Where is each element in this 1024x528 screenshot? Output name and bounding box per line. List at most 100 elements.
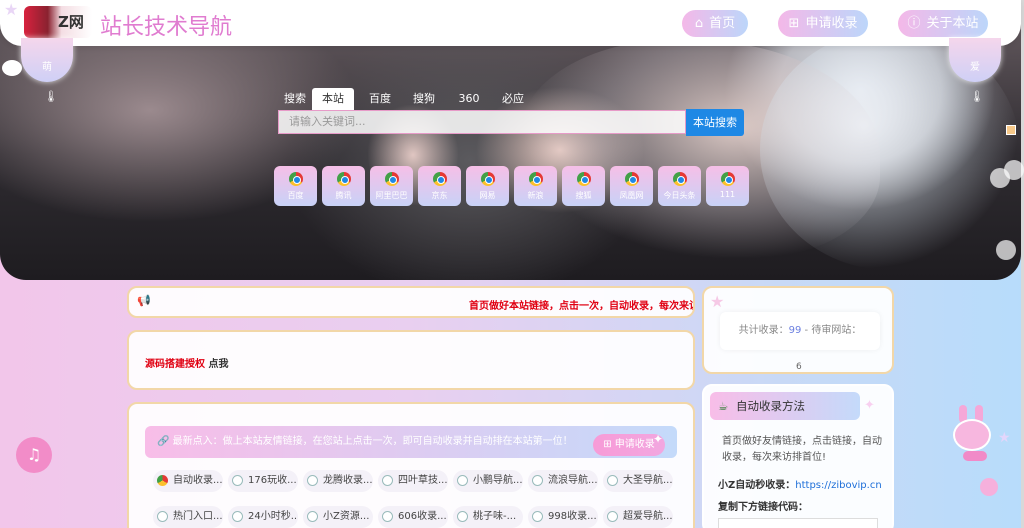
browser-icon: [624, 172, 639, 186]
quick-link[interactable]: 阿里巴巴: [370, 166, 413, 206]
tab-site[interactable]: 本站: [312, 88, 354, 110]
tab-sogou[interactable]: 搜狗: [404, 88, 444, 110]
quick-link[interactable]: 百度: [274, 166, 317, 206]
quick-link[interactable]: 凤凰网: [610, 166, 653, 206]
site-item[interactable]: 超爱导航...: [603, 506, 673, 528]
browser-icon: [720, 172, 735, 186]
star-icon: ★: [998, 430, 1011, 446]
tab-360[interactable]: 360: [450, 88, 488, 110]
site-favicon: [457, 511, 468, 522]
rabbit-mascot: [953, 405, 993, 461]
search-input[interactable]: 请输入关键词...: [278, 110, 686, 134]
site-item[interactable]: 龙腾收录...: [303, 470, 373, 492]
browser-icon: [336, 172, 351, 186]
stats-pending: 6: [796, 362, 802, 372]
site-title[interactable]: 站长技术导航: [100, 9, 232, 41]
site-favicon: [382, 511, 393, 522]
site-item[interactable]: 998收录...: [528, 506, 598, 528]
megaphone-icon: 📢: [137, 294, 151, 307]
site-item[interactable]: 24小时秒...: [228, 506, 298, 528]
quick-link[interactable]: 网易: [466, 166, 509, 206]
thermometer-icon: 🌡: [44, 90, 58, 103]
browser-icon: [480, 172, 495, 186]
site-favicon: [532, 511, 543, 522]
top-navbar: Z网 站长技术导航 ⌂ 首页 ⊞ 申请收录 ⓘ 关于本站: [0, 0, 1021, 46]
link-icon: 🔗: [157, 436, 173, 447]
site-item[interactable]: 桃子味-...: [453, 506, 523, 528]
site-favicon: [532, 475, 543, 486]
code-label: 复制下方链接代码：: [718, 502, 808, 513]
site-favicon: [232, 475, 243, 486]
nav-home-button[interactable]: ⌂ 首页: [682, 10, 748, 37]
browser-icon: [288, 172, 303, 186]
site-url-link[interactable]: https://zibovip.cn: [795, 480, 881, 491]
home-icon: ⌂: [694, 16, 704, 31]
stats-card: ★ 共计收录：99 - 待审网站： 6: [702, 286, 894, 374]
site-favicon: [232, 511, 243, 522]
star-icon: ★: [710, 292, 725, 311]
site-favicon: [307, 511, 318, 522]
auto-collect-description: 首页做好友情链接，点击链接，自动收录，每次来访排首位!: [722, 436, 882, 463]
auth-line: 源码搭建授权 点我: [145, 355, 228, 370]
tab-search[interactable]: 搜索: [278, 88, 312, 110]
auth-card: 源码搭建授权 点我: [127, 330, 695, 390]
notice-bar: 📢 首页做好本站链接，点击一次，自动收录，每次来访排: [127, 286, 695, 318]
site-item[interactable]: 四叶草技...: [378, 470, 448, 492]
sparkle-icon: ✦: [653, 432, 664, 446]
code-box[interactable]: [718, 518, 878, 528]
quick-link[interactable]: 111: [706, 166, 749, 206]
side-dot: [1004, 160, 1024, 180]
tab-baidu[interactable]: 百度: [360, 88, 400, 110]
tab-bing[interactable]: 必应: [494, 88, 532, 110]
site-item[interactable]: 小鹏导航...: [453, 470, 523, 492]
rabbit-paw-icon: [2, 60, 22, 76]
side-dot: [996, 240, 1016, 260]
browser-icon: [432, 172, 447, 186]
music-note-icon: ♫: [26, 445, 42, 464]
site-item[interactable]: 自动收录...: [153, 470, 223, 492]
sparkle-icon: ✦: [864, 398, 875, 413]
quick-link[interactable]: 今日头条: [658, 166, 701, 206]
notice-text[interactable]: 首页做好本站链接，点击一次，自动收录，每次来访排: [469, 297, 693, 312]
quick-link[interactable]: 京东: [418, 166, 461, 206]
star-icon: ★: [4, 0, 19, 19]
site-favicon: [382, 475, 393, 486]
site-line: 小Z自动秒收录：https://zibovip.cn: [718, 480, 882, 491]
nav-apply-button[interactable]: ⊞ 申请收录: [778, 10, 868, 37]
side-dot: [980, 478, 998, 496]
site-favicon: [457, 475, 468, 486]
browser-icon: [528, 172, 543, 186]
music-button[interactable]: ♫: [16, 437, 52, 473]
nav-about-button[interactable]: ⓘ 关于本站: [898, 10, 988, 37]
browser-icon: [157, 475, 168, 486]
site-favicon: [307, 475, 318, 486]
site-item[interactable]: 606收录...: [378, 506, 448, 528]
quick-link[interactable]: 新浪: [514, 166, 557, 206]
site-favicon: [607, 475, 618, 486]
site-logo[interactable]: Z网: [24, 6, 92, 38]
site-favicon: [157, 511, 168, 522]
auth-link[interactable]: 点我: [208, 359, 228, 370]
stats-summary: 共计收录：99 - 待审网站：: [720, 312, 880, 350]
search-button[interactable]: 本站搜索: [686, 109, 744, 136]
site-item[interactable]: 176玩收...: [228, 470, 298, 492]
quick-link[interactable]: 搜狐: [562, 166, 605, 206]
site-item[interactable]: 热门入口...: [153, 506, 223, 528]
plus-square-icon: ⊞: [603, 439, 615, 450]
cup-icon: ☕: [718, 399, 729, 413]
site-favicon: [607, 511, 618, 522]
auto-collect-card: ☕ 自动收录方法 ✦ 首页做好友情链接，点击链接，自动收录，每次来访排首位! 小Z…: [702, 384, 894, 528]
browser-icon: [384, 172, 399, 186]
thermometer-icon: 🌡: [970, 90, 984, 103]
site-item[interactable]: 小Z资源...: [303, 506, 373, 528]
browser-icon: [576, 172, 591, 186]
site-item[interactable]: 流浪导航...: [528, 470, 598, 492]
auth-highlight: 源码搭建授权: [145, 359, 205, 370]
side-square: [1006, 125, 1016, 135]
auto-collect-header: ☕ 自动收录方法: [710, 392, 860, 420]
plus-square-icon: ⊞: [788, 16, 800, 31]
site-list-card: 🔗 最新点入：做上本站友情链接，在您站上点击一次，即可自动收录并自动排在本站第一…: [127, 402, 695, 528]
site-item[interactable]: 大圣导航...: [603, 470, 673, 492]
browser-icon: [672, 172, 687, 186]
quick-link[interactable]: 腾讯: [322, 166, 365, 206]
